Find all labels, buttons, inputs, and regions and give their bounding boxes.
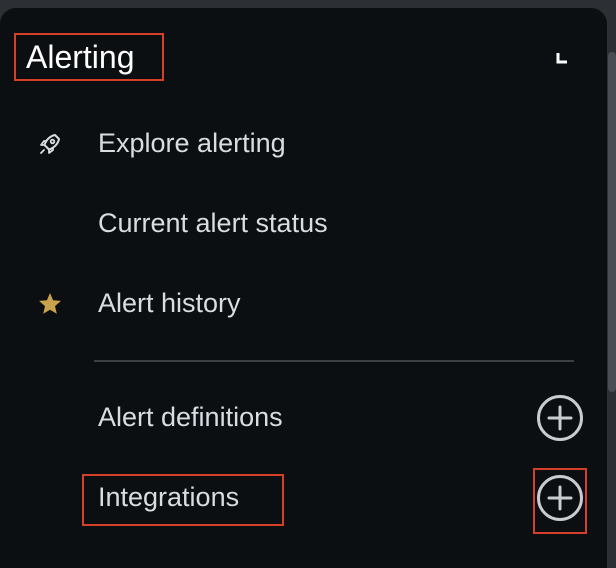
integrations-highlight-box <box>82 474 284 526</box>
menu-item-explore-alerting[interactable]: Explore alerting <box>0 116 590 172</box>
menu-item-label: Alert history <box>98 288 241 318</box>
divider <box>94 360 574 362</box>
add-button-highlight-box <box>533 468 587 534</box>
scrollbar-track[interactable] <box>607 12 616 552</box>
alerting-panel: Alerting Explore alerting Current alert … <box>0 8 607 568</box>
menu-item-alert-history[interactable]: Alert history <box>0 276 590 332</box>
menu-item-label: Alert definitions <box>98 402 283 432</box>
add-circle-icon[interactable] <box>536 394 584 442</box>
panel-header: Alerting <box>14 33 604 85</box>
rocket-icon <box>40 134 60 154</box>
star-icon <box>39 293 61 314</box>
menu-item-alert-definitions[interactable]: Alert definitions <box>0 390 590 446</box>
collapse-corner-icon[interactable] <box>556 52 568 64</box>
menu-item-label: Current alert status <box>98 208 328 238</box>
scrollbar-thumb[interactable] <box>608 52 616 392</box>
panel-title: Alerting <box>26 39 135 75</box>
menu-item-current-alert-status[interactable]: Current alert status <box>0 196 590 252</box>
menu-item-label: Explore alerting <box>98 128 286 158</box>
